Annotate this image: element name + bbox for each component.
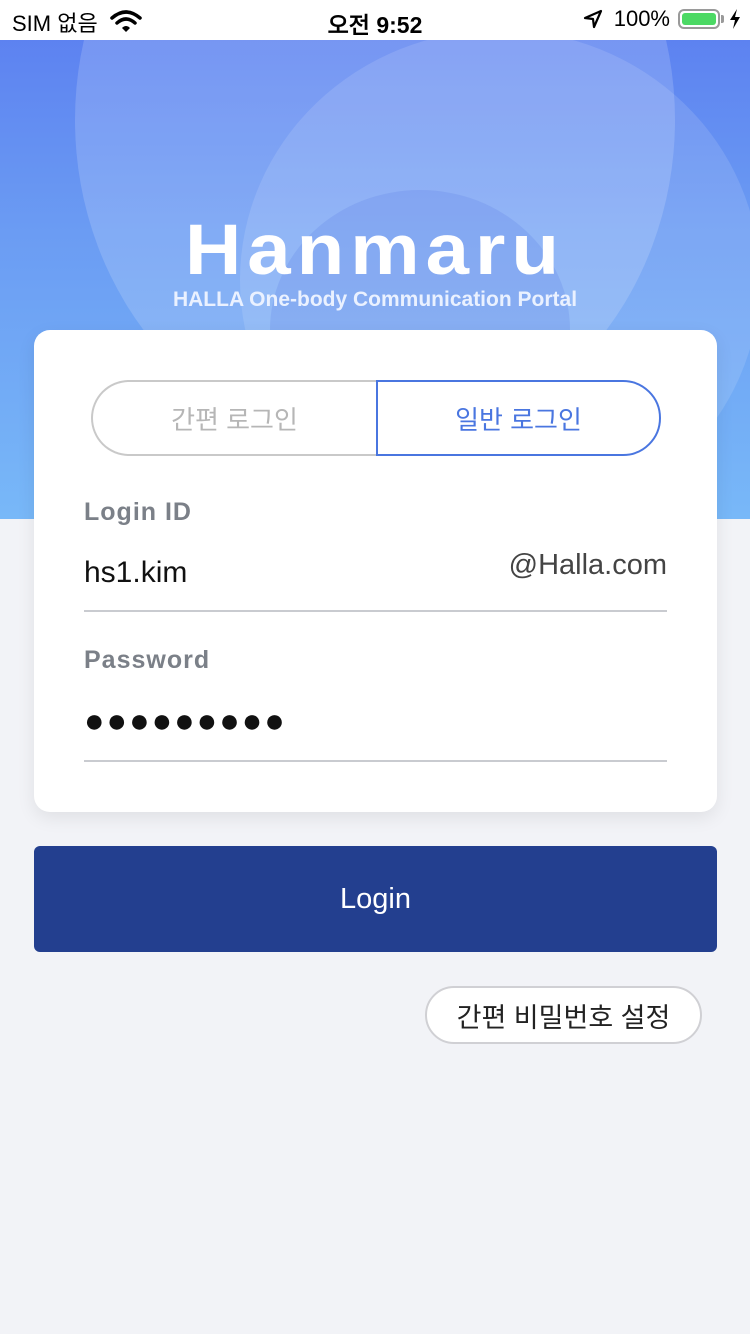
password-input[interactable]: ●●●●●●●●●: [84, 702, 287, 741]
app-subtitle: HALLA One-body Communication Portal: [172, 288, 578, 311]
password-underline: [84, 760, 667, 762]
login-id-input[interactable]: hs1.kim: [84, 556, 187, 590]
login-id-underline: [84, 610, 667, 612]
charging-bolt-icon: [730, 9, 740, 29]
battery-tip: [721, 15, 724, 23]
app-logo: Hanmaru: [184, 208, 566, 290]
status-right: 100%: [582, 6, 742, 32]
password-label: Password: [84, 646, 211, 674]
tab-normal-login[interactable]: 일반 로그인: [376, 380, 661, 456]
login-button[interactable]: Login: [34, 846, 717, 952]
login-id-label: Login ID: [84, 498, 192, 526]
simple-password-setup-button[interactable]: 간편 비밀번호 설정: [425, 986, 702, 1044]
battery-percent: 100%: [613, 6, 670, 31]
login-domain-suffix: @Halla.com: [508, 549, 667, 581]
battery-icon: [678, 9, 720, 29]
tab-simple-login[interactable]: 간편 로그인: [91, 380, 376, 456]
location-arrow-icon: [583, 9, 602, 29]
status-bar: SIM 없음 오전 9:52 100%: [0, 0, 750, 40]
login-mode-toggle: 간편 로그인 일반 로그인: [91, 380, 661, 456]
login-card: 간편 로그인 일반 로그인 Login ID hs1.kim @Halla.co…: [34, 330, 717, 812]
